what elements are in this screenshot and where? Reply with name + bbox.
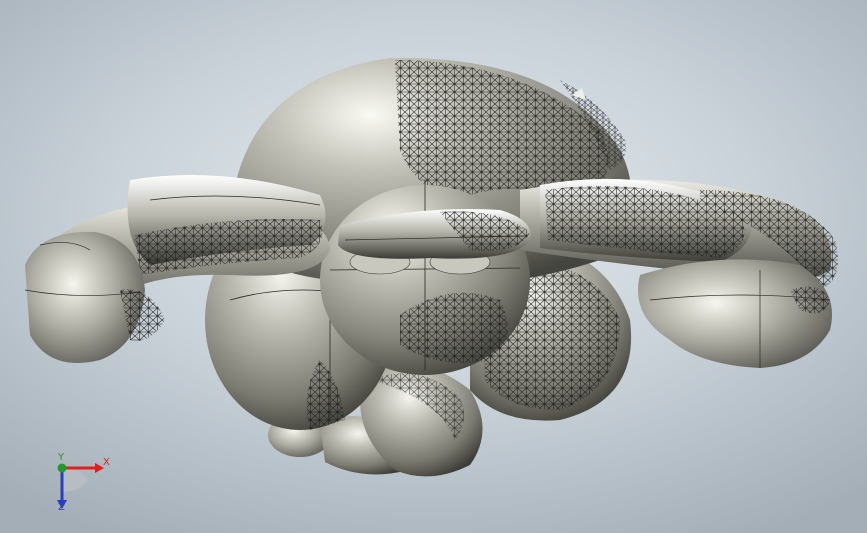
z-axis-label: Z xyxy=(58,502,65,513)
y-axis-label: Y xyxy=(58,452,65,463)
x-axis-label: X xyxy=(103,457,110,468)
right-hand xyxy=(638,259,832,368)
head-mesh-region xyxy=(395,60,608,200)
3d-model-render[interactable] xyxy=(0,0,867,533)
coordinate-triad: X Y Z xyxy=(40,448,120,518)
graphics-viewport[interactable]: X Y Z xyxy=(0,0,867,533)
